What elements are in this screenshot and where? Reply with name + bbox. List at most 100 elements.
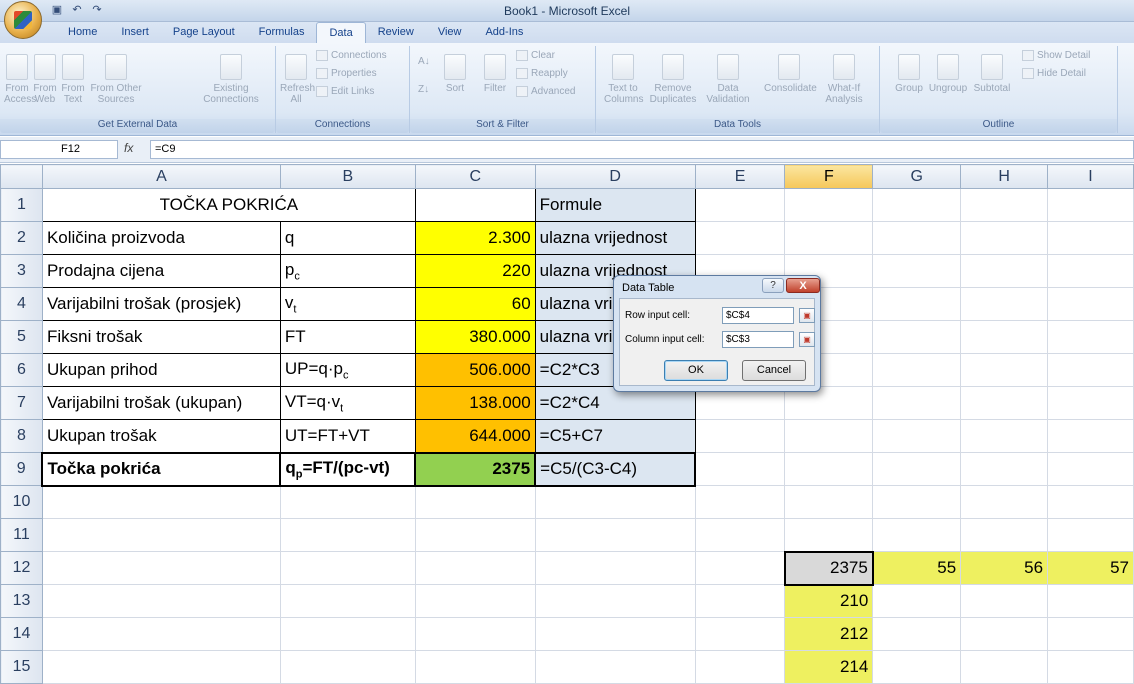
cell[interactable] — [694, 221, 786, 255]
cell[interactable] — [872, 485, 962, 519]
cell[interactable] — [784, 452, 874, 486]
cell-c5[interactable]: 380.000 — [414, 320, 536, 354]
cell[interactable] — [1047, 287, 1134, 321]
ok-button[interactable]: OK — [664, 360, 728, 381]
cell[interactable] — [784, 485, 874, 519]
row-header[interactable]: 9 — [0, 452, 43, 486]
column-header-b[interactable]: B — [279, 164, 416, 189]
cell[interactable] — [960, 221, 1049, 255]
cell[interactable] — [784, 188, 874, 222]
cell[interactable] — [534, 518, 696, 552]
cell[interactable] — [960, 320, 1049, 354]
show-detail-button[interactable]: Show Detail — [1022, 50, 1090, 61]
row-header[interactable]: 8 — [0, 419, 43, 453]
cell[interactable] — [414, 551, 536, 585]
cell-d1[interactable]: Formule — [534, 188, 696, 222]
tab-data[interactable]: Data — [316, 22, 366, 43]
row-header[interactable]: 14 — [0, 617, 43, 651]
cell[interactable] — [41, 551, 281, 585]
cell[interactable] — [872, 254, 962, 288]
cell[interactable] — [1047, 452, 1134, 486]
advanced-button[interactable]: Advanced — [516, 86, 575, 97]
cell-b8[interactable]: UT=FT+VT — [279, 419, 416, 453]
cell-f13[interactable]: 210 — [784, 584, 874, 618]
cell[interactable] — [960, 419, 1049, 453]
cell-b2[interactable]: q — [279, 221, 416, 255]
cell-c3[interactable]: 220 — [414, 254, 536, 288]
cell[interactable] — [1047, 353, 1134, 387]
cell-a9[interactable]: Točka pokrića — [41, 451, 282, 487]
cell[interactable] — [872, 419, 962, 453]
from-web-button[interactable]: From Web — [32, 54, 58, 105]
cell[interactable] — [872, 320, 962, 354]
sort-button[interactable]: Sort — [440, 54, 470, 94]
cell[interactable] — [41, 650, 281, 684]
cell-a6[interactable]: Ukupan prihod — [41, 353, 281, 387]
connections-button[interactable]: Connections — [316, 50, 387, 61]
cell-b9[interactable]: qp=FT/(pc-vt) — [279, 451, 417, 487]
cell[interactable] — [960, 617, 1049, 651]
cell[interactable] — [960, 353, 1049, 387]
column-header-f[interactable]: F — [784, 164, 874, 189]
cell[interactable] — [414, 518, 536, 552]
tab-home[interactable]: Home — [56, 22, 109, 43]
cell-b4[interactable]: vt — [279, 287, 416, 321]
row-header[interactable]: 4 — [0, 287, 43, 321]
cell-b5[interactable]: FT — [279, 320, 416, 354]
cell[interactable] — [534, 617, 696, 651]
cell[interactable] — [41, 584, 281, 618]
office-button[interactable] — [4, 1, 42, 39]
tab-formulas[interactable]: Formulas — [247, 22, 317, 43]
cell[interactable] — [872, 617, 962, 651]
cell-a3[interactable]: Prodajna cijena — [41, 254, 281, 288]
tab-page-layout[interactable]: Page Layout — [161, 22, 247, 43]
cell[interactable] — [872, 386, 962, 420]
cell[interactable] — [414, 617, 536, 651]
tab-review[interactable]: Review — [366, 22, 426, 43]
cell[interactable] — [784, 419, 874, 453]
cell[interactable] — [279, 551, 416, 585]
cell[interactable] — [1047, 485, 1134, 519]
cell[interactable] — [1047, 617, 1134, 651]
cell-f15[interactable]: 214 — [784, 650, 874, 684]
cell-b7[interactable]: VT=q·vt — [279, 386, 416, 420]
row-header[interactable]: 6 — [0, 353, 43, 387]
cell[interactable] — [872, 452, 962, 486]
cell-c2[interactable]: 2.300 — [414, 221, 536, 255]
cell-h12[interactable]: 56 — [960, 551, 1049, 585]
cell[interactable] — [534, 551, 696, 585]
cell[interactable] — [960, 518, 1049, 552]
sort-az-icon[interactable]: A↓ — [418, 56, 430, 67]
row-input-field[interactable]: $C$4 — [722, 307, 794, 324]
cell-b3[interactable]: pc — [279, 254, 416, 288]
cell[interactable] — [414, 485, 536, 519]
cell[interactable] — [1047, 419, 1134, 453]
cell-d9[interactable]: =C5/(C3-C4) — [534, 451, 697, 487]
tab-view[interactable]: View — [426, 22, 474, 43]
cancel-button[interactable]: Cancel — [742, 360, 806, 381]
cell[interactable] — [41, 518, 281, 552]
cell[interactable] — [279, 650, 416, 684]
cell[interactable] — [960, 485, 1049, 519]
row-header[interactable]: 7 — [0, 386, 43, 420]
cell[interactable] — [960, 188, 1049, 222]
cell-a5[interactable]: Fiksni trošak — [41, 320, 281, 354]
row-header[interactable]: 13 — [0, 584, 43, 618]
cell-c1[interactable] — [414, 188, 536, 222]
cell-c6[interactable]: 506.000 — [414, 353, 536, 387]
cell[interactable] — [694, 584, 786, 618]
cell-c8[interactable]: 644.000 — [414, 419, 536, 453]
cell[interactable] — [960, 650, 1049, 684]
row-header[interactable]: 2 — [0, 221, 43, 255]
filter-button[interactable]: Filter — [480, 54, 510, 94]
cell[interactable] — [279, 518, 416, 552]
cell-c4[interactable]: 60 — [414, 287, 536, 321]
row-header[interactable]: 11 — [0, 518, 43, 552]
cell-f12-selected[interactable]: 2375 — [783, 550, 874, 586]
cell-c7[interactable]: 138.000 — [414, 386, 536, 420]
cell[interactable] — [960, 584, 1049, 618]
cell[interactable] — [41, 617, 281, 651]
column-header-d[interactable]: D — [534, 164, 696, 189]
hide-detail-button[interactable]: Hide Detail — [1022, 68, 1086, 79]
properties-button[interactable]: Properties — [316, 68, 377, 79]
